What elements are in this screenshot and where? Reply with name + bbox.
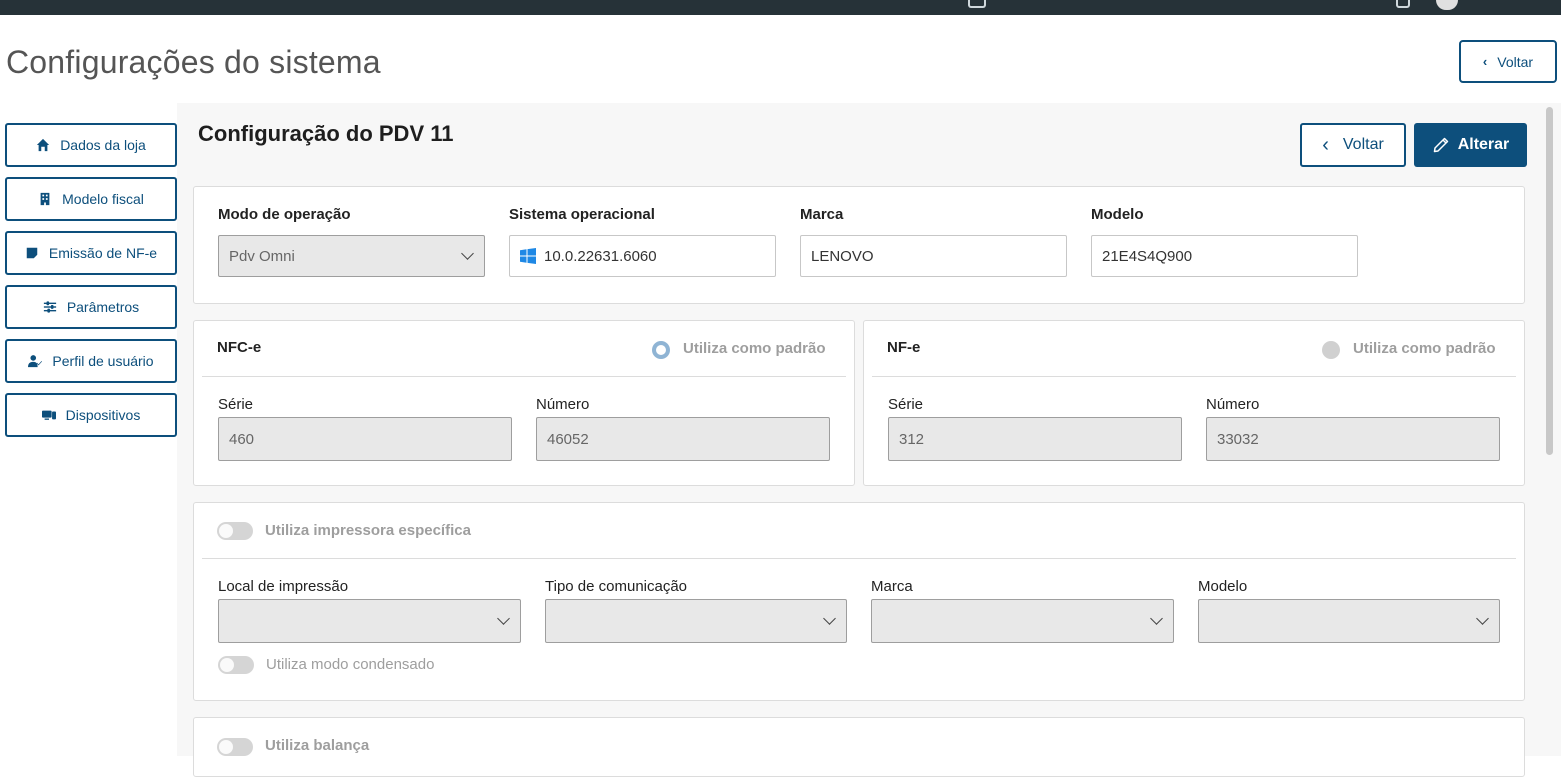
local-impressao-select[interactable] xyxy=(218,599,521,643)
sidebar-item-dispositivos[interactable]: Dispositivos xyxy=(5,393,177,437)
devices-icon xyxy=(41,410,56,420)
printer-marca-label: Marca xyxy=(871,578,913,595)
scale-card xyxy=(193,717,1525,777)
sidebar-item-label: Perfil de usuário xyxy=(52,353,154,369)
printer-divider xyxy=(202,558,1516,559)
chevron-down-icon xyxy=(461,247,474,260)
nfe-serie-value: 312 xyxy=(899,430,925,448)
nfce-divider xyxy=(202,376,846,377)
top-bar-icon[interactable] xyxy=(1396,0,1410,8)
nfce-serie-field[interactable]: 460 xyxy=(218,417,512,461)
modo-operacao-label: Modo de operação xyxy=(218,206,351,223)
edit-button[interactable]: Alterar xyxy=(1414,123,1527,167)
edit-button-label: Alterar xyxy=(1457,136,1510,153)
sistema-operacional-value: 10.0.22631.6060 xyxy=(544,247,657,265)
nfe-title: NF-e xyxy=(887,339,921,356)
nfe-default-label: Utiliza como padrão xyxy=(1353,340,1496,357)
sidebar: Dados da loja Modelo fiscal Emissão de N… xyxy=(5,123,177,447)
back-button[interactable]: ‹ Voltar xyxy=(1459,40,1557,83)
modo-operacao-value: Pdv Omni xyxy=(229,247,295,265)
sidebar-item-label: Parâmetros xyxy=(66,299,140,315)
nfce-numero-label: Número xyxy=(536,396,590,413)
section-title: Configuração do PDV 11 xyxy=(198,121,454,146)
sidebar-item-label: Dados da loja xyxy=(60,137,146,153)
note-icon xyxy=(26,247,38,259)
marca-label: Marca xyxy=(800,206,844,223)
chevron-down-icon xyxy=(497,612,510,625)
printer-modelo-label: Modelo xyxy=(1198,578,1248,595)
chevron-left-icon: ‹ xyxy=(1482,54,1488,69)
sidebar-item-dados-da-loja[interactable]: Dados da loja xyxy=(5,123,177,167)
modelo-field[interactable]: 21E4S4Q900 xyxy=(1091,235,1358,277)
nfe-numero-field[interactable]: 33032 xyxy=(1206,417,1500,461)
sliders-icon xyxy=(43,301,56,313)
windows-icon xyxy=(520,248,536,264)
marca-value: LENOVO xyxy=(811,247,874,265)
printer-toggle[interactable] xyxy=(217,522,253,540)
nfce-numero-value: 46052 xyxy=(547,430,589,448)
printer-marca-select[interactable] xyxy=(871,599,1174,643)
app-top-bar xyxy=(0,0,1561,15)
nfce-serie-label: Série xyxy=(218,396,254,413)
nfce-numero-field[interactable]: 46052 xyxy=(536,417,830,461)
nfce-default-radio[interactable] xyxy=(652,341,670,359)
building-icon xyxy=(40,192,50,206)
scale-toggle-label: Utiliza balança xyxy=(265,737,370,754)
back-button-label: Voltar xyxy=(1497,53,1534,70)
chevron-down-icon xyxy=(1150,612,1163,625)
avatar[interactable] xyxy=(1436,0,1458,10)
user-check-icon xyxy=(28,355,43,368)
sistema-operacional-label: Sistema operacional xyxy=(509,206,655,223)
sidebar-item-modelo-fiscal[interactable]: Modelo fiscal xyxy=(5,177,177,221)
tipo-comunicacao-label: Tipo de comunicação xyxy=(545,578,688,595)
sidebar-item-label: Modelo fiscal xyxy=(62,191,144,207)
chevron-down-icon xyxy=(1476,612,1489,625)
section-back-label: Voltar xyxy=(1342,136,1384,153)
scrollbar-thumb[interactable] xyxy=(1546,107,1553,455)
modelo-label: Modelo xyxy=(1091,206,1144,223)
top-bar-icon[interactable] xyxy=(968,0,986,8)
home-icon xyxy=(37,138,50,152)
sidebar-item-perfil-de-usuario[interactable]: Perfil de usuário xyxy=(5,339,177,383)
printer-modelo-select[interactable] xyxy=(1198,599,1500,643)
sidebar-item-label: Dispositivos xyxy=(65,407,141,423)
printer-toggle-label: Utiliza impressora específica xyxy=(265,522,471,539)
sidebar-item-parametros[interactable]: Parâmetros xyxy=(5,285,177,329)
sidebar-item-emissao-de-nfe[interactable]: Emissão de NF-e xyxy=(5,231,177,275)
condensed-toggle[interactable] xyxy=(218,656,254,674)
nfe-numero-label: Número xyxy=(1206,396,1260,413)
nfe-default-radio[interactable] xyxy=(1322,341,1340,359)
nfe-serie-label: Série xyxy=(888,396,924,413)
tipo-comunicacao-select[interactable] xyxy=(545,599,847,643)
local-impressao-label: Local de impressão xyxy=(218,578,349,595)
modelo-value: 21E4S4Q900 xyxy=(1102,247,1193,265)
sistema-operacional-field[interactable]: 10.0.22631.6060 xyxy=(509,235,776,277)
page-title: Configurações do sistema xyxy=(6,44,381,80)
section-back-button[interactable]: ‹ Voltar xyxy=(1300,123,1406,167)
nfce-title: NFC-e xyxy=(217,339,262,356)
nfce-default-label: Utiliza como padrão xyxy=(683,340,826,357)
nfce-serie-value: 460 xyxy=(229,430,255,448)
nfe-serie-field[interactable]: 312 xyxy=(888,417,1182,461)
chevron-down-icon xyxy=(823,612,836,625)
scale-toggle[interactable] xyxy=(217,738,253,756)
marca-field[interactable]: LENOVO xyxy=(800,235,1067,277)
pencil-icon xyxy=(1433,137,1448,153)
nfe-numero-value: 33032 xyxy=(1217,430,1259,448)
sidebar-item-label: Emissão de NF-e xyxy=(48,245,158,261)
chevron-left-icon: ‹ xyxy=(1322,134,1329,156)
modo-operacao-select[interactable]: Pdv Omni xyxy=(218,235,485,277)
condensed-toggle-label: Utiliza modo condensado xyxy=(266,656,435,673)
nfe-divider xyxy=(872,376,1516,377)
